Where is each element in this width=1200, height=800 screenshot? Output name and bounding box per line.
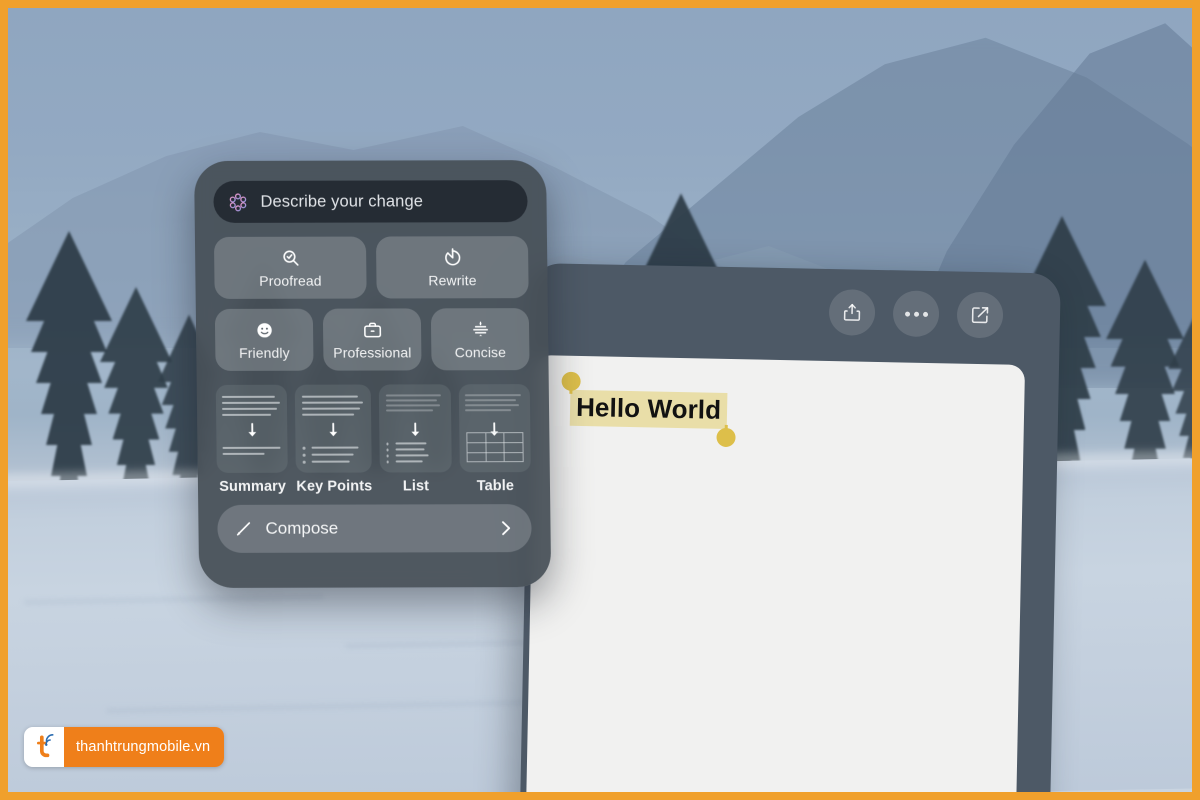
document-summary-icon	[215, 384, 289, 473]
writing-tools-panel: Describe your change Proofread Rewrite F…	[194, 160, 552, 588]
chevron-right-icon	[501, 521, 511, 536]
new-note-button[interactable]	[956, 291, 1004, 339]
share-upload-icon	[843, 303, 861, 321]
briefcase-icon	[361, 318, 382, 341]
professional-label: Professional	[333, 344, 412, 361]
friendly-label: Friendly	[238, 344, 290, 361]
selected-text[interactable]: Hello World	[569, 389, 728, 430]
concise-compress-icon	[469, 318, 490, 341]
selection-end-handle[interactable]	[716, 427, 736, 448]
describe-change-input[interactable]: Describe your change	[213, 180, 528, 223]
document-keypoints-icon	[295, 384, 373, 473]
note-window: Hello World	[519, 263, 1061, 792]
smiley-face-icon	[253, 319, 274, 342]
key-points-label: Key Points	[296, 478, 373, 495]
describe-change-placeholder: Describe your change	[260, 191, 424, 211]
list-button[interactable]: List	[379, 384, 452, 494]
selection-start-handle[interactable]	[561, 371, 581, 392]
apple-intelligence-icon	[229, 192, 247, 211]
concise-button[interactable]: Concise	[430, 308, 530, 371]
proofread-button[interactable]: Proofread	[213, 236, 367, 299]
writing-actions-row-1: Proofread Rewrite	[213, 236, 529, 299]
share-button[interactable]	[828, 288, 876, 336]
rewrite-circle-icon	[442, 246, 463, 269]
text-selection[interactable]: Hello World	[561, 371, 736, 448]
professional-button[interactable]: Professional	[322, 308, 422, 371]
table-button[interactable]: Table	[458, 384, 531, 494]
compose-square-icon	[971, 307, 989, 324]
more-options-button[interactable]	[892, 290, 940, 338]
note-document-page[interactable]: Hello World	[525, 355, 1026, 792]
format-options-row: Summary Key Points List Table	[215, 384, 531, 495]
concise-label: Concise	[454, 344, 507, 361]
proofread-label: Proofread	[259, 272, 322, 289]
summary-button[interactable]: Summary	[215, 384, 289, 495]
document-list-icon	[379, 384, 452, 473]
arrow-down-icon	[329, 422, 338, 437]
friendly-button[interactable]: Friendly	[214, 308, 314, 371]
note-body: Hello World	[534, 355, 1025, 448]
table-label: Table	[476, 478, 515, 495]
screenshot-frame: Hello World Describe your change Proofre…	[0, 0, 1200, 800]
arrow-down-icon	[411, 422, 420, 437]
note-toolbar	[529, 263, 1061, 360]
list-label: List	[402, 478, 430, 495]
watermark-text: thanhtrungmobile.vn	[64, 727, 225, 767]
table-grid-icon	[466, 432, 524, 463]
ellipsis-icon	[904, 311, 928, 317]
watermark-badge: thanhtrungmobile.vn	[24, 727, 225, 767]
thanhtrung-logo-icon	[24, 727, 64, 767]
compose-label: Compose	[265, 518, 339, 538]
pencil-icon	[236, 522, 251, 536]
compose-button[interactable]: Compose	[217, 504, 532, 553]
summary-label: Summary	[219, 478, 287, 495]
rewrite-label: Rewrite	[428, 272, 477, 289]
magnifier-check-icon	[280, 247, 301, 270]
arrow-down-icon	[248, 422, 256, 437]
document-table-icon	[458, 384, 531, 473]
writing-actions-row-2: Friendly Professional Concise	[214, 308, 530, 371]
rewrite-button[interactable]: Rewrite	[375, 236, 529, 299]
key-points-button[interactable]: Key Points	[295, 384, 373, 495]
